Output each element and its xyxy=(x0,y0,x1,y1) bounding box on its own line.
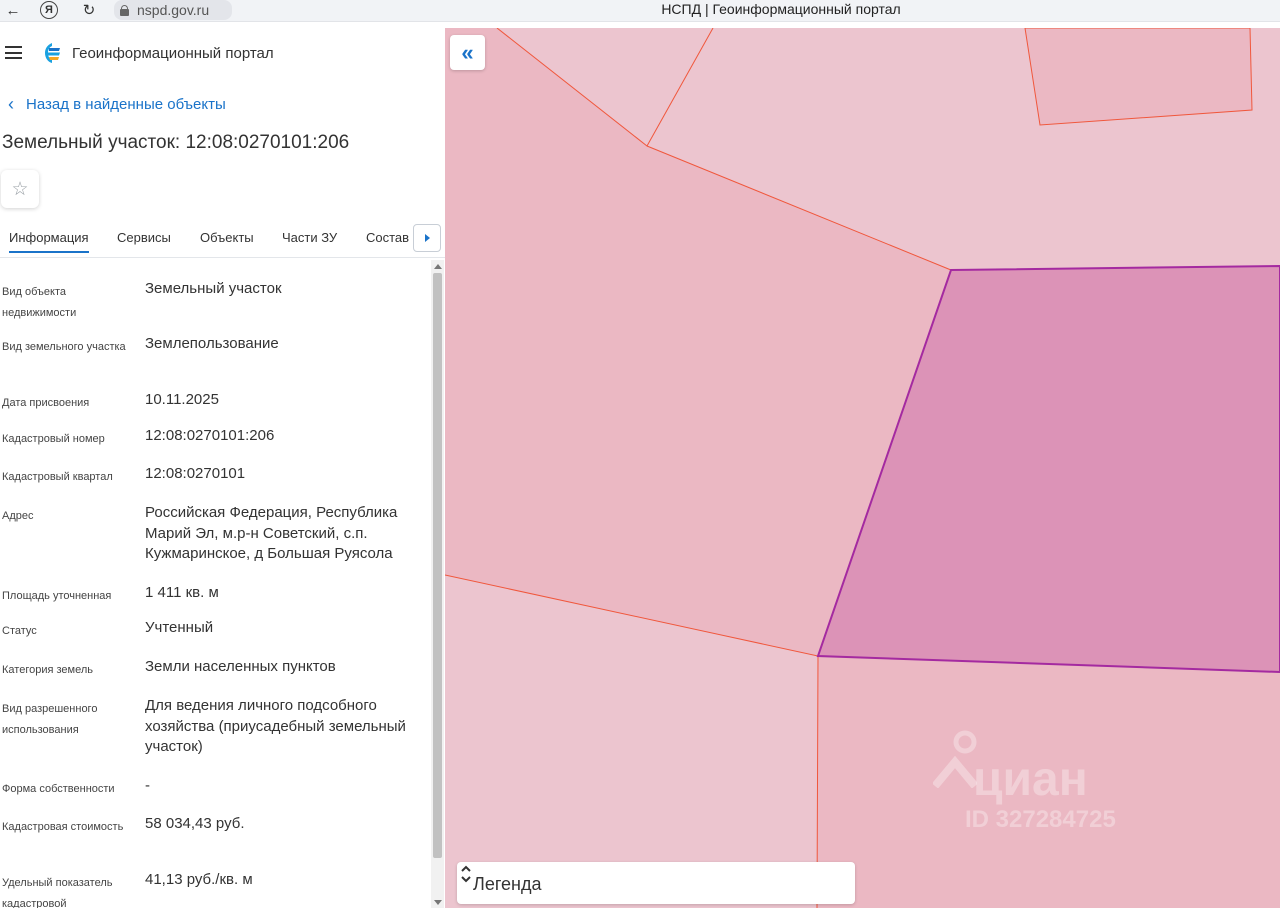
collapse-panel-button[interactable]: « xyxy=(450,35,485,70)
app-title: Геоинформационный портал xyxy=(72,45,274,62)
legend-label: Легенда xyxy=(473,874,542,894)
back-link-label: Назад в найденные объекты xyxy=(26,96,226,113)
favorite-star-button[interactable]: ☆ xyxy=(1,170,39,208)
page-title: Земельный участок: 12:08:0270101:206 xyxy=(2,132,350,153)
info-value: - xyxy=(145,777,150,794)
info-label: Кадастровый номер xyxy=(2,433,105,445)
chevron-up-down-icon xyxy=(461,865,471,883)
info-scrollbar[interactable] xyxy=(431,260,444,908)
star-icon: ☆ xyxy=(11,178,29,200)
tab-information[interactable]: Информация xyxy=(9,230,89,253)
info-table: Вид объекта недвижимости Земельный участ… xyxy=(0,259,430,908)
info-label: Категория земель xyxy=(2,664,93,676)
scrollbar-thumb[interactable] xyxy=(433,273,442,858)
portal-logo-icon xyxy=(45,43,60,63)
tab-objects[interactable]: Объекты xyxy=(200,230,254,245)
info-value: Земельный участок xyxy=(145,280,282,297)
tab-title: НСПД | Геоинформационный портал xyxy=(661,1,901,17)
watermark-name: циан xyxy=(973,753,1088,806)
tab-parts[interactable]: Части ЗУ xyxy=(282,230,337,245)
info-label: Статус xyxy=(2,625,37,637)
map-canvas[interactable]: « циан ID 327284725 Легенда xyxy=(445,28,1280,908)
info-value: 58 034,43 руб. xyxy=(145,815,245,832)
info-value: 12:08:0270101:206 xyxy=(145,427,275,444)
tab-services[interactable]: Сервисы xyxy=(117,230,171,245)
parcel-polygon[interactable] xyxy=(1024,28,1253,126)
info-value: Земли населенных пунктов xyxy=(145,658,336,675)
chevron-left-icon: ‹ xyxy=(8,94,14,114)
info-label: Вид земельного участка xyxy=(2,341,126,353)
info-panel: Геоинформационный портал ‹ Назад в найде… xyxy=(0,28,445,908)
scroll-up-icon[interactable] xyxy=(431,260,444,272)
info-label: Вид разрешенного использования xyxy=(2,703,98,736)
watermark-pin-icon xyxy=(933,730,977,788)
parcel-layer xyxy=(445,28,1280,908)
info-value: 41,13 руб./кв. м xyxy=(145,871,253,888)
info-label: Дата присвоения xyxy=(2,397,90,409)
tab-composition[interactable]: Состав xyxy=(366,230,409,245)
scroll-down-icon[interactable] xyxy=(431,896,444,908)
legend-dropdown[interactable]: Легенда xyxy=(457,862,855,904)
info-label: Форма собственности xyxy=(2,783,115,795)
info-label: Кадастровый квартал xyxy=(2,471,113,483)
browser-toolbar: ← Я ↻ nspd.gov.ru НСПД | Геоинформационн… xyxy=(0,0,1280,22)
back-to-results-link[interactable]: ‹ Назад в найденные объекты xyxy=(8,94,226,114)
info-value: 12:08:0270101 xyxy=(145,465,246,482)
info-value: Для ведения личного подсобного хозяйства… xyxy=(145,697,406,755)
info-label: Вид объекта недвижимости xyxy=(2,286,77,319)
info-value: 1 411 кв. м xyxy=(145,584,219,601)
info-value: Российская Федерация, Республика Марий Э… xyxy=(145,504,398,562)
info-label: Удельный показатель кадастровой xyxy=(2,877,113,908)
info-value: 10.11.2025 xyxy=(145,391,219,408)
info-value: Землепользование xyxy=(145,335,279,352)
menu-icon[interactable] xyxy=(5,46,22,59)
info-label: Адрес xyxy=(2,510,34,522)
tab-bar: Информация Сервисы Объекты Части ЗУ Сост… xyxy=(0,224,445,258)
double-chevron-left-icon: « xyxy=(461,39,474,65)
info-value: Учтенный xyxy=(145,619,214,636)
tabs-scroll-right-button[interactable] xyxy=(413,224,441,252)
info-label: Площадь уточненная xyxy=(2,590,112,602)
watermark-id: ID 327284725 xyxy=(965,806,1116,833)
info-label: Кадастровая стоимость xyxy=(2,821,124,833)
